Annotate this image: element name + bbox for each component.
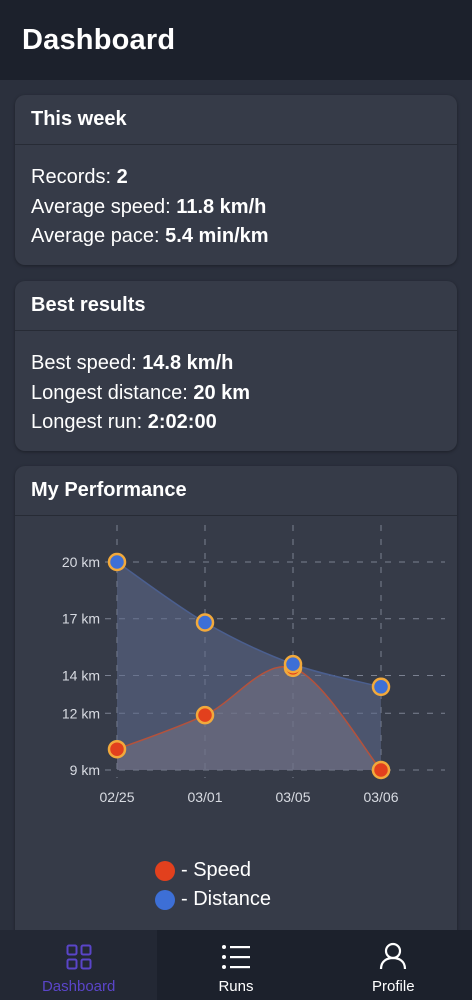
nav-profile[interactable]: Profile — [315, 930, 472, 1000]
x-tick-label: 03/05 — [275, 789, 310, 805]
legend-item: - Distance — [155, 885, 271, 914]
y-tick-label: 20 km — [62, 554, 100, 570]
legend-label: - Distance — [181, 888, 272, 910]
page-title: Dashboard — [22, 23, 176, 56]
average-speed-value: 11.8 km/h — [176, 195, 267, 218]
distance-point — [195, 613, 215, 632]
performance-card: My Performance 20 km 17 km 14 km 12 km 9 km 0… — [15, 466, 457, 930]
speed-point — [195, 705, 215, 725]
longest-run-row: Longest run: 2:02:00 — [31, 408, 441, 438]
best-results-card: Best results Best speed: 14.8 km/h Longe… — [15, 281, 457, 451]
this-week-title: This week — [15, 95, 457, 145]
nav-runs-label: Runs — [218, 978, 254, 995]
nav-runs[interactable]: Runs — [157, 930, 314, 1000]
legend-swatch — [155, 889, 175, 910]
longest-run-label: Longest run: — [31, 411, 148, 433]
legend-label: - Speed — [181, 859, 252, 881]
best-speed-value: 14.8 km/h — [142, 352, 234, 374]
x-tick-label: 03/01 — [187, 789, 222, 805]
best-results-title: Best results — [15, 281, 457, 331]
average-pace-value: 5.4 min/km — [165, 225, 269, 247]
bottom-navigation: Dashboard Runs Profile — [0, 930, 472, 1000]
app-bar: Dashboard — [0, 0, 472, 80]
speed-point — [107, 739, 127, 759]
records-row: Records: 2 — [31, 163, 441, 193]
x-tick-label: 02/25 — [99, 789, 134, 805]
distance-point — [107, 552, 127, 572]
list-icon — [221, 945, 250, 969]
this-week-card: This week Records: 2 Average speed: 11.8… — [15, 95, 457, 265]
legend-swatch — [155, 860, 175, 881]
average-pace-row: Average pace: 5.4 min/km — [31, 222, 441, 252]
longest-distance-label: Longest distance: — [31, 381, 194, 404]
best-speed-label: Best speed: — [31, 352, 143, 374]
nav-profile-label: Profile — [372, 978, 415, 995]
nav-dashboard-label: Dashboard — [41, 978, 116, 995]
longest-distance-value: 20 km — [193, 381, 251, 404]
dashboard-icon — [66, 944, 92, 970]
longest-run-value: 2:02:00 — [147, 411, 217, 433]
performance-title: My Performance — [15, 466, 457, 516]
person-icon — [380, 942, 407, 970]
longest-distance-row: Longest distance: 20 km — [31, 379, 441, 409]
best-speed-row: Best speed: 14.8 km/h — [31, 349, 441, 379]
records-value: 2 — [116, 166, 128, 188]
chart-legend: - Speed - Distance — [155, 856, 271, 914]
distance-point — [371, 677, 391, 697]
average-pace-label: Average pace: — [31, 225, 166, 247]
dashboard-content[interactable]: This week Records: 2 Average speed: 11.8… — [0, 80, 472, 930]
nav-dashboard[interactable]: Dashboard — [0, 930, 158, 1000]
y-tick-label: 12 km — [62, 705, 100, 721]
y-tick-label: 9 km — [70, 762, 100, 778]
x-tick-label: 03/06 — [363, 789, 398, 805]
performance-chart: 20 km 17 km 14 km 12 km 9 km 02/25 03/01 03/05 0… — [62, 525, 445, 805]
records-label: Records: — [31, 166, 117, 188]
speed-point — [371, 760, 391, 780]
average-speed-label: Average speed: — [31, 195, 177, 218]
legend-item: - Speed — [155, 856, 271, 885]
average-speed-row: Average speed: 11.8 km/h — [31, 193, 441, 223]
distance-point — [283, 654, 303, 674]
y-tick-label: 14 km — [62, 667, 100, 683]
y-tick-label: 17 km — [62, 611, 100, 627]
